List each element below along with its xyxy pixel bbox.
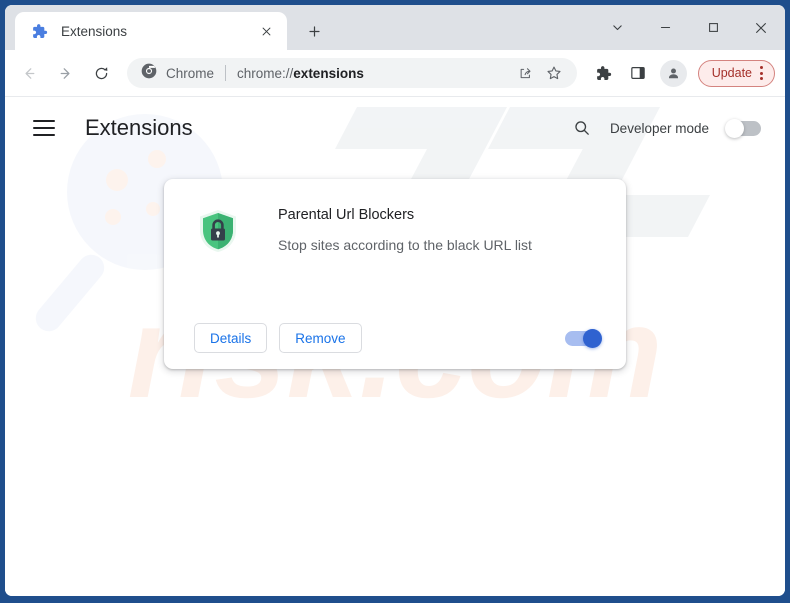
url-scheme: chrome:// <box>237 65 294 81</box>
address-bar-url: chrome://extensions <box>237 66 511 81</box>
back-button[interactable] <box>13 57 45 89</box>
side-panel-icon[interactable] <box>623 58 653 88</box>
extension-enabled-toggle[interactable] <box>565 328 602 348</box>
profile-avatar[interactable] <box>659 59 687 87</box>
browser-toolbar: Chrome chrome://extensions Update <box>5 50 785 97</box>
browser-window-frame: Extensions Chrome chrome://extensions Up… <box>0 0 790 603</box>
search-icon[interactable] <box>567 113 597 143</box>
toggle-knob <box>583 328 602 348</box>
developer-mode-label: Developer mode <box>609 120 709 136</box>
tab-title: Extensions <box>61 23 128 39</box>
tab-strip: Extensions <box>5 5 785 50</box>
reload-button[interactable] <box>85 57 117 89</box>
browser-tab-extensions[interactable]: Extensions <box>15 12 287 50</box>
extension-toggle-wrapper <box>565 328 602 348</box>
hamburger-menu-icon[interactable] <box>33 111 67 145</box>
close-icon[interactable] <box>737 5 785 50</box>
extension-description: Stop sites according to the black URL li… <box>278 237 532 253</box>
chrome-badge: Chrome <box>141 63 214 84</box>
extension-card-text: Parental Url Blockers Stop sites accordi… <box>278 205 532 307</box>
forward-button[interactable] <box>49 57 81 89</box>
tab-close-icon[interactable] <box>255 20 277 42</box>
details-button[interactable]: Details <box>194 323 268 353</box>
extensions-puzzle-icon[interactable] <box>589 58 619 88</box>
extensions-page-header: Extensions Developer mode <box>5 97 785 159</box>
star-icon[interactable] <box>541 60 567 86</box>
minimize-icon[interactable] <box>641 5 689 50</box>
omnibox-divider <box>225 65 227 81</box>
extension-card-header: Parental Url Blockers Stop sites accordi… <box>164 179 626 307</box>
address-bar[interactable]: Chrome chrome://extensions <box>127 58 577 88</box>
three-dot-vertical-icon[interactable] <box>756 66 767 80</box>
green-shield-lock-icon <box>194 207 242 255</box>
browser-window: Extensions Chrome chrome://extensions Up… <box>5 5 785 596</box>
developer-mode-toggle[interactable] <box>725 118 761 138</box>
extension-card-actions: Details Remove <box>164 307 626 369</box>
page-title: Extensions <box>85 115 193 140</box>
extension-name: Parental Url Blockers <box>278 207 415 223</box>
chrome-logo-icon <box>141 63 157 84</box>
extensions-page: risk.com Extensions Developer mode <box>5 97 785 596</box>
share-icon[interactable] <box>513 60 539 86</box>
puzzle-piece-icon <box>31 23 48 40</box>
update-button-label: Update <box>711 66 752 80</box>
toggle-knob <box>725 118 744 138</box>
developer-mode-control: Developer mode <box>567 113 761 143</box>
update-button[interactable]: Update <box>697 59 775 87</box>
url-host: extensions <box>293 65 364 81</box>
maximize-icon[interactable] <box>689 5 737 50</box>
omnibox-actions <box>511 60 567 86</box>
new-tab-button[interactable] <box>299 16 329 46</box>
chrome-badge-label: Chrome <box>166 65 215 81</box>
window-controls <box>593 5 785 50</box>
tab-search-chevron-down-icon[interactable] <box>593 5 641 50</box>
remove-button[interactable]: Remove <box>279 323 362 353</box>
extension-card: Parental Url Blockers Stop sites accordi… <box>164 179 626 369</box>
